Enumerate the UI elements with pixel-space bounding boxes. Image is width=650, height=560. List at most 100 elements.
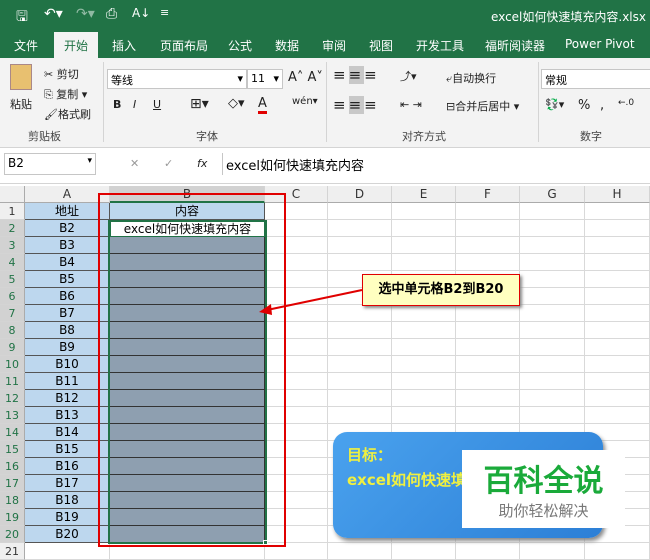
decimal-icon[interactable]: ←.0 [618,98,634,108]
tab-power-pivot[interactable]: Power Pivot [565,37,635,51]
row-header-11[interactable]: 11 [0,373,25,390]
tab-insert[interactable]: 插入 [112,37,136,54]
cell-E13[interactable] [392,407,456,424]
cancel-icon[interactable]: ✕ [130,157,139,170]
tab-formulas[interactable]: 公式 [228,37,252,54]
cell-F11[interactable] [456,373,520,390]
row-header-13[interactable]: 13 [0,407,25,424]
cell-F13[interactable] [456,407,520,424]
cell-E8[interactable] [392,322,456,339]
cell-H10[interactable] [585,356,650,373]
column-header-G[interactable]: G [520,186,585,203]
cell-H3[interactable] [585,237,650,254]
cell-G8[interactable] [520,322,585,339]
cell-H21[interactable] [585,543,650,560]
cell-H11[interactable] [585,373,650,390]
bold-button[interactable]: B [113,98,121,111]
cell-G10[interactable] [520,356,585,373]
cell-D11[interactable] [328,373,392,390]
cell-H13[interactable] [585,407,650,424]
cell-E1[interactable] [392,203,456,220]
cell-F12[interactable] [456,390,520,407]
column-header-D[interactable]: D [328,186,392,203]
undo-icon[interactable]: ↶▾ [44,6,63,22]
cell-H4[interactable] [585,254,650,271]
row-header-12[interactable]: 12 [0,390,25,407]
row-header-9[interactable]: 9 [0,339,25,356]
indent-icons[interactable]: ⇤ ⇥ [400,98,422,111]
paste-button[interactable]: 粘贴 [10,96,32,112]
print-preview-icon[interactable]: ⎙ [106,6,117,22]
cell-E4[interactable] [392,254,456,271]
cell-H5[interactable] [585,271,650,288]
cell-D12[interactable] [328,390,392,407]
cell-E7[interactable] [392,305,456,322]
cell-E3[interactable] [392,237,456,254]
cell-G12[interactable] [520,390,585,407]
cell-E9[interactable] [392,339,456,356]
fill-color-icon[interactable]: ◇▾ [228,96,245,111]
underline-button[interactable]: U [153,98,161,111]
tab-review[interactable]: 审阅 [322,37,346,54]
cell-E11[interactable] [392,373,456,390]
row-header-17[interactable]: 17 [0,475,25,492]
formula-input[interactable]: excel如何快速填充内容 [222,153,650,175]
orientation-icon[interactable]: ⤴▾ [400,68,417,84]
column-header-H[interactable]: H [585,186,650,203]
cell-F3[interactable] [456,237,520,254]
cell-D3[interactable] [328,237,392,254]
column-header-E[interactable]: E [392,186,456,203]
cell-D21[interactable] [328,543,392,560]
cell-F9[interactable] [456,339,520,356]
sort-icon[interactable]: A↓ [132,6,150,20]
insert-function-button[interactable]: fx [197,157,207,170]
cell-G11[interactable] [520,373,585,390]
cell-F8[interactable] [456,322,520,339]
tab-data[interactable]: 数据 [275,37,299,54]
cell-G4[interactable] [520,254,585,271]
cell-H12[interactable] [585,390,650,407]
tab-view[interactable]: 视图 [369,37,393,54]
cell-E2[interactable] [392,220,456,237]
name-box[interactable]: B2 ▾ [4,153,96,175]
cut-button[interactable]: ✂ 剪切 [44,66,79,82]
phonetic-icon[interactable]: wén▾ [292,96,318,107]
cell-E12[interactable] [392,390,456,407]
horizontal-align-icons[interactable]: ≡≡≡ [333,96,380,114]
tab-developer[interactable]: 开发工具 [416,37,464,54]
cell-H1[interactable] [585,203,650,220]
cell-D9[interactable] [328,339,392,356]
tab-home[interactable]: 开始 [54,32,99,58]
row-header-10[interactable]: 10 [0,356,25,373]
cell-D8[interactable] [328,322,392,339]
cell-G5[interactable] [520,271,585,288]
cell-E21[interactable] [392,543,456,560]
row-header-20[interactable]: 20 [0,526,25,543]
row-header-21[interactable]: 21 [0,543,25,560]
row-header-2[interactable]: 2 [0,220,25,237]
cell-F7[interactable] [456,305,520,322]
merge-center-button[interactable]: ⊟合并后居中 ▾ [446,98,519,114]
redo-icon[interactable]: ↷▾ [76,6,95,22]
row-header-19[interactable]: 19 [0,509,25,526]
row-header-6[interactable]: 6 [0,288,25,305]
cell-F1[interactable] [456,203,520,220]
row-header-15[interactable]: 15 [0,441,25,458]
paste-icon[interactable] [10,64,32,90]
cell-F21[interactable] [456,543,520,560]
cell-G7[interactable] [520,305,585,322]
italic-button[interactable]: I [133,98,136,111]
cell-H7[interactable] [585,305,650,322]
border-icon[interactable]: ⊞▾ [190,96,209,112]
vertical-align-icons[interactable]: ≡≡≡ [333,66,380,84]
copy-button[interactable]: ⎘ 复制 ▾ [44,86,87,102]
row-header-5[interactable]: 5 [0,271,25,288]
cell-H6[interactable] [585,288,650,305]
cell-D1[interactable] [328,203,392,220]
cell-D13[interactable] [328,407,392,424]
tab-file[interactable]: 文件 [14,37,38,54]
tab-page-layout[interactable]: 页面布局 [160,37,208,54]
cell-H2[interactable] [585,220,650,237]
cell-G2[interactable] [520,220,585,237]
font-color-icon[interactable]: A [258,96,267,114]
